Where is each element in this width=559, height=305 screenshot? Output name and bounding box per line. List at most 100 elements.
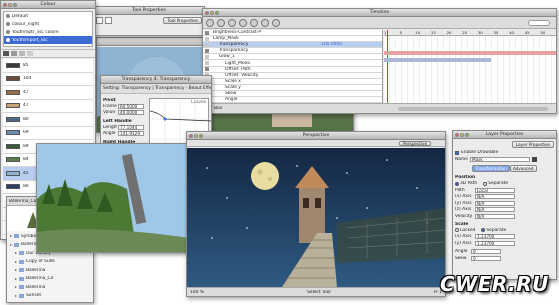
record-icon[interactable] — [228, 18, 236, 27]
timeline-playhead[interactable] — [387, 30, 388, 104]
colour-value: 69 — [23, 130, 29, 136]
swatch-icon[interactable] — [11, 51, 17, 56]
disclosure-triangle-icon[interactable] — [15, 277, 17, 280]
brush-tool-icon[interactable] — [105, 17, 112, 24]
layer-value[interactable]: 100.0000 — [321, 42, 342, 47]
timeline-frame-grid[interactable] — [384, 30, 556, 104]
library-tab[interactable]: Ballerina_Co — [9, 199, 36, 204]
3d-path-radio[interactable] — [455, 181, 459, 186]
disclosure-triangle-icon[interactable] — [10, 235, 12, 238]
property-field[interactable]: Local — [475, 187, 515, 193]
pencil-icon[interactable] — [3, 51, 9, 56]
disclosure-triangle-icon[interactable] — [15, 269, 17, 272]
colour-swatch[interactable] — [6, 62, 20, 68]
transparency-titlebar[interactable]: Transparency 4: Transparency — [101, 76, 211, 84]
scale-locked-radio[interactable] — [455, 228, 459, 232]
layer-visibility-icon[interactable] — [205, 67, 209, 72]
layer-visibility-icon[interactable] — [205, 42, 209, 47]
tab-advanced[interactable]: Advanced — [509, 165, 537, 172]
layer-properties-titlebar[interactable]: Layer Properties — [453, 131, 556, 139]
disclosure-triangle-icon[interactable] — [15, 260, 17, 263]
colour-swatch-row[interactable]: 47 — [3, 100, 93, 113]
timeline-horizontal-scrollbar[interactable] — [398, 106, 548, 111]
loop-icon[interactable] — [239, 18, 247, 27]
arrow-tool-icon[interactable] — [96, 17, 103, 24]
layer-visibility-icon[interactable] — [205, 36, 209, 41]
layer-visibility-icon[interactable] — [205, 54, 209, 59]
property-field[interactable]: N/A — [475, 207, 515, 212]
scale-separate-radio[interactable] — [481, 228, 486, 232]
layer-add-icon[interactable] — [261, 18, 269, 27]
property-field[interactable]: N/A — [475, 213, 515, 219]
colour-swatch[interactable] — [6, 157, 20, 163]
drawing-canvas[interactable] — [37, 144, 195, 252]
left-angle-field[interactable]: 141.9129 — [118, 131, 144, 136]
colour-value: 47 — [23, 103, 29, 109]
colour-swatch-row[interactable]: 47 — [3, 86, 93, 100]
palette-item[interactable]: Default — [4, 12, 92, 20]
library-item[interactable]: Ballerina — [8, 266, 92, 275]
colour-swatch[interactable] — [6, 143, 20, 149]
delete-colour-icon[interactable] — [27, 51, 33, 56]
disclosure-triangle-icon[interactable] — [15, 252, 17, 255]
first-frame-icon[interactable] — [206, 18, 214, 27]
search-icon[interactable] — [528, 19, 550, 26]
layer-name-field[interactable]: Mask — [469, 157, 530, 162]
tool-properties-titlebar[interactable]: Tool Properties — [94, 7, 204, 15]
angle-field[interactable]: 0 — [471, 248, 501, 254]
palette-item-selected[interactable]: Youthimport_ssc — [4, 36, 92, 44]
folder-icon — [19, 268, 24, 273]
add-colour-icon[interactable] — [19, 51, 25, 56]
frame-number: 40 — [509, 30, 514, 35]
library-item[interactable]: Ballerina_Co — [8, 275, 92, 284]
library-item[interactable]: Sunset — [8, 292, 92, 301]
color-swatch-icon[interactable] — [531, 157, 537, 162]
layer-properties-tab[interactable]: Layer Properties — [511, 141, 554, 148]
timeline-titlebar[interactable]: Timeline — [203, 9, 556, 17]
colour-title: Colour — [40, 2, 56, 7]
layer-delete-icon[interactable] — [272, 18, 280, 27]
property-field[interactable]: 1.23700 — [475, 234, 515, 239]
palette-item[interactable]: colour_night — [4, 20, 92, 28]
property-field[interactable]: 1.23700 — [475, 240, 515, 246]
library-item-name: Ballerina_Co — [26, 276, 54, 282]
value-field[interactable]: 40.0000 — [118, 110, 144, 115]
colour-swatch[interactable] — [6, 103, 20, 109]
frame-field[interactable]: 60.5000 — [118, 104, 144, 109]
skew-field[interactable]: 0 — [471, 255, 501, 261]
layer-visibility-icon[interactable] — [205, 30, 209, 35]
layer-visibility-icon[interactable] — [205, 48, 209, 53]
colour-swatch-row[interactable]: 85 — [3, 59, 93, 73]
colour-swatch[interactable] — [6, 170, 20, 176]
property-field[interactable]: N/A — [475, 194, 515, 199]
library-item[interactable]: Ballerina — [8, 283, 92, 292]
colour-swatch[interactable] — [6, 184, 20, 190]
perspective-titlebar[interactable]: Perspective — [187, 132, 445, 140]
colour-swatch[interactable] — [6, 130, 20, 136]
colour-swatch[interactable] — [6, 76, 20, 82]
disclosure-triangle-icon[interactable] — [10, 243, 12, 246]
colour-titlebar[interactable]: Colour — [1, 1, 95, 9]
separate-position-radio[interactable] — [483, 181, 488, 186]
disclosure-triangle-icon[interactable] — [15, 294, 17, 297]
colour-swatch-row[interactable]: 80 — [3, 113, 93, 127]
left-length-field[interactable]: 77.1044 — [118, 125, 144, 130]
onion-skin-icon[interactable] — [250, 18, 258, 27]
perspective-viewport[interactable] — [187, 148, 445, 287]
tab-transformation[interactable]: Transformation — [472, 165, 510, 172]
disclosure-triangle-icon[interactable] — [15, 286, 17, 289]
layer-visibility-icon[interactable] — [205, 61, 209, 66]
play-icon[interactable] — [217, 18, 225, 27]
view-dropdown[interactable]: Perspective — [399, 141, 431, 146]
property-field[interactable]: N/A — [475, 200, 515, 206]
palette-item[interactable]: Youthmptr_ssc colore — [4, 28, 92, 36]
colour-swatch[interactable] — [6, 116, 20, 122]
property-row: (x) Axis 1.23700 — [455, 234, 554, 239]
colour-swatch-row[interactable]: 104 — [3, 73, 93, 86]
colour-swatch[interactable] — [6, 89, 20, 95]
perspective-zoom[interactable]: 100 % — [190, 290, 204, 295]
colour-swatch-row[interactable]: 69 — [3, 127, 93, 140]
tool-properties-tab[interactable]: Tool Properties — [163, 17, 202, 24]
library-item[interactable]: Copy of Sulle — [8, 258, 92, 267]
enable-drawable-checkbox[interactable] — [455, 150, 459, 155]
